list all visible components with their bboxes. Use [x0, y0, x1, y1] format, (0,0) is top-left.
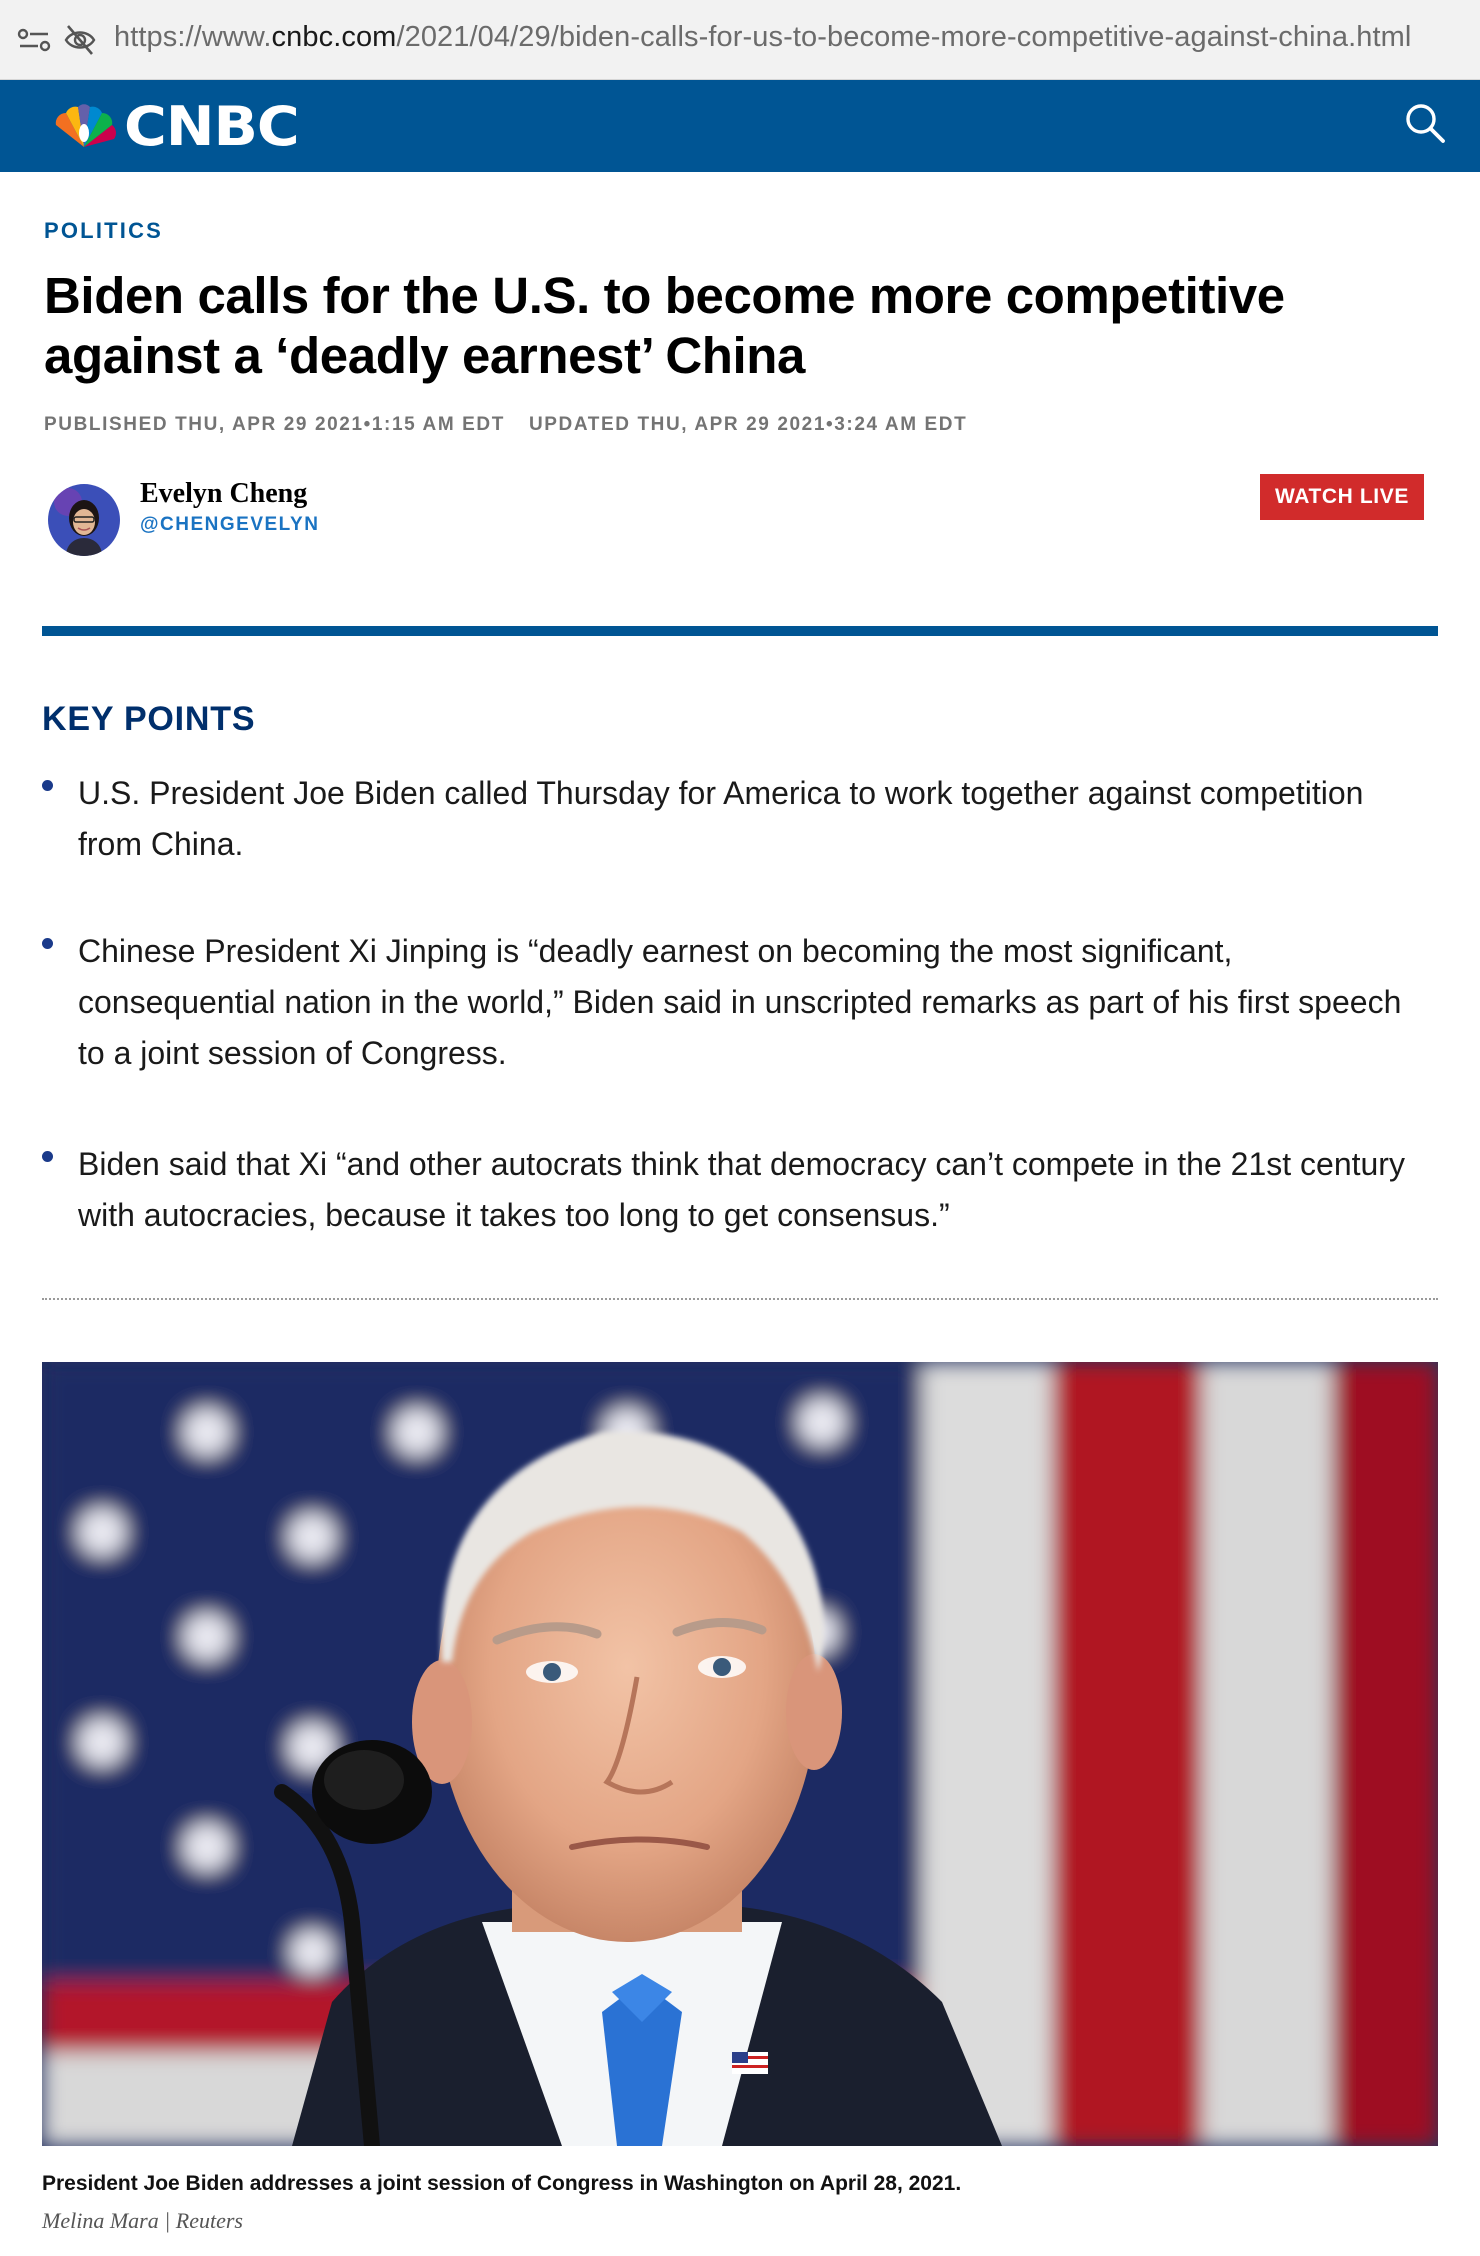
logo-wordmark: CNBC	[124, 94, 300, 158]
photo-caption: President Joe Biden addresses a joint se…	[42, 2172, 962, 2195]
key-point-text: U.S. President Joe Biden called Thursday…	[78, 775, 1364, 862]
updated-time: UPDATED THU, APR 29 2021•3:24 AM EDT	[528, 414, 968, 435]
peacock-icon	[55, 104, 116, 147]
search-icon[interactable]	[1400, 98, 1450, 148]
url-text[interactable]: https://www.cnbc.com/2021/04/29/biden-ca…	[114, 21, 1411, 54]
key-point-text: Chinese President Xi Jinping is “deadly …	[78, 933, 1402, 1071]
url-path: /2021/04/29/biden-calls-for-us-to-become…	[396, 21, 1412, 53]
tune-icon[interactable]	[16, 24, 56, 58]
section-label[interactable]: POLITICS	[44, 218, 163, 244]
bullet-icon	[42, 780, 53, 791]
key-points-title: KEY POINTS	[42, 700, 256, 738]
browser-address-bar[interactable]: https://www.cnbc.com/2021/04/29/biden-ca…	[0, 0, 1480, 80]
dotted-divider	[42, 1298, 1438, 1300]
author-twitter-handle[interactable]: @CHENGEVELYN	[140, 514, 319, 536]
published-time: PUBLISHED THU, APR 29 2021•1:15 AM EDT	[44, 414, 505, 435]
watch-live-button[interactable]: WATCH LIVE	[1260, 474, 1424, 520]
article-timestamps: PUBLISHED THU, APR 29 2021•1:15 AM EDT UP…	[44, 414, 967, 436]
bullet-icon	[42, 1151, 53, 1162]
eye-off-icon[interactable]	[60, 20, 100, 60]
article-lead-photo[interactable]	[42, 1362, 1438, 2146]
author-name[interactable]: Evelyn Cheng	[140, 478, 307, 510]
url-host: cnbc.com	[271, 21, 397, 53]
photo-credit: Melina Mara | Reuters	[42, 2208, 243, 2233]
site-header: CNBC	[0, 80, 1480, 172]
author-avatar[interactable]	[48, 484, 120, 556]
url-prefix: https://www.	[114, 21, 272, 53]
bullet-icon	[42, 938, 53, 949]
article-headline: Biden calls for the U.S. to become more …	[44, 267, 1285, 384]
section-divider	[42, 626, 1438, 636]
cnbc-logo[interactable]: CNBC	[48, 95, 300, 158]
key-point-text: Biden said that Xi “and other autocrats …	[78, 1146, 1405, 1233]
